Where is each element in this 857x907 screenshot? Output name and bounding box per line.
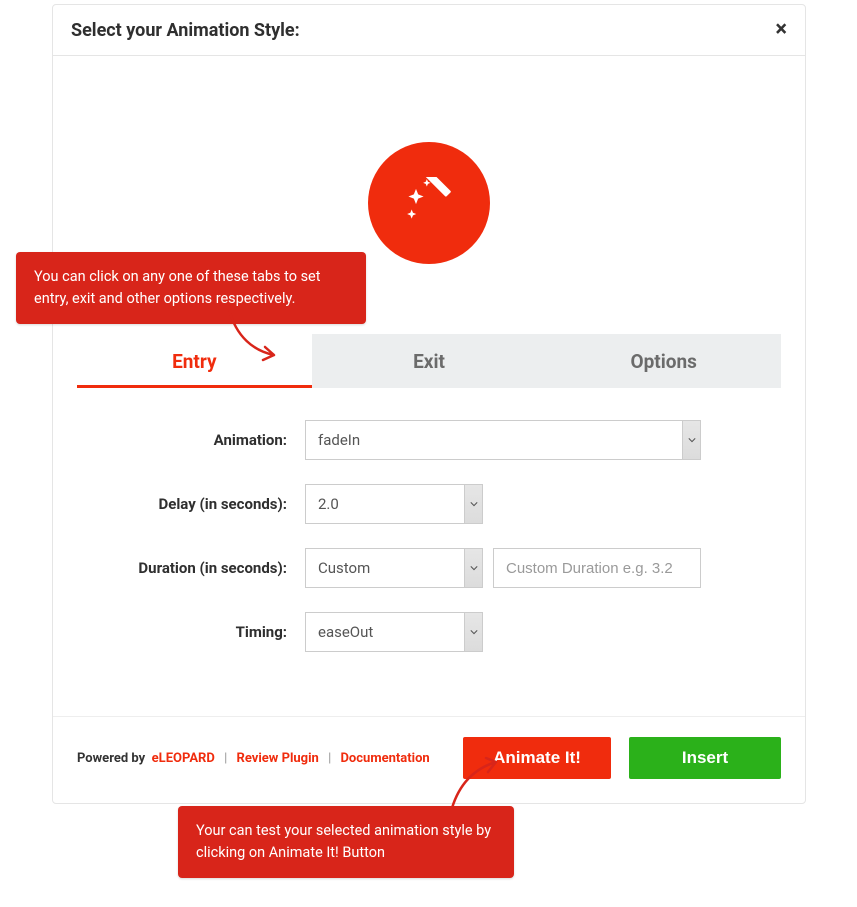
delay-value: 2.0 bbox=[306, 485, 464, 523]
chevron-down-icon bbox=[464, 613, 482, 651]
delay-label: Delay (in seconds): bbox=[77, 495, 305, 513]
timing-label: Timing: bbox=[77, 623, 305, 641]
magic-wand-icon bbox=[368, 142, 490, 264]
modal-body: Entry Exit Options Animation: fadeIn bbox=[53, 56, 805, 716]
chevron-down-icon bbox=[464, 485, 482, 523]
tab-options[interactable]: Options bbox=[546, 334, 781, 388]
animate-hint-text: Your can test your selected animation st… bbox=[196, 822, 491, 861]
row-duration: Duration (in seconds): Custom bbox=[77, 548, 781, 588]
review-plugin-link[interactable]: Review Plugin bbox=[236, 751, 318, 766]
separator: | bbox=[224, 751, 227, 766]
row-animation: Animation: fadeIn bbox=[77, 420, 781, 460]
delay-select[interactable]: 2.0 bbox=[305, 484, 483, 524]
animate-it-button[interactable]: Animate It! bbox=[463, 737, 611, 779]
modal-header: Select your Animation Style: × bbox=[53, 5, 805, 56]
close-icon[interactable]: × bbox=[775, 19, 787, 41]
footer-links: Powered by eLEOPARD | Review Plugin | Do… bbox=[77, 751, 430, 766]
timing-value: easeOut bbox=[306, 613, 464, 651]
timing-select[interactable]: easeOut bbox=[305, 612, 483, 652]
custom-duration-input[interactable] bbox=[493, 548, 701, 588]
animation-style-modal: Select your Animation Style: × Entry Exi… bbox=[52, 4, 806, 804]
duration-label: Duration (in seconds): bbox=[77, 559, 305, 577]
tabs-hint-text: You can click on any one of these tabs t… bbox=[34, 268, 321, 307]
duration-value: Custom bbox=[306, 549, 464, 587]
insert-button[interactable]: Insert bbox=[629, 737, 781, 779]
animation-select[interactable]: fadeIn bbox=[305, 420, 701, 460]
chevron-down-icon bbox=[682, 421, 700, 459]
documentation-link[interactable]: Documentation bbox=[340, 751, 429, 766]
chevron-down-icon bbox=[464, 549, 482, 587]
tab-exit[interactable]: Exit bbox=[312, 334, 547, 388]
separator: | bbox=[328, 751, 331, 766]
tab-options-label: Options bbox=[630, 350, 696, 373]
tabs-hint-callout: You can click on any one of these tabs t… bbox=[16, 252, 366, 324]
footer-buttons: Animate It! Insert bbox=[463, 737, 781, 779]
eleopard-link[interactable]: eLEOPARD bbox=[152, 751, 215, 766]
animate-hint-callout: Your can test your selected animation st… bbox=[178, 806, 514, 878]
form-area: Animation: fadeIn Delay (in seconds): 2.… bbox=[77, 388, 781, 716]
tabs-row: Entry Exit Options bbox=[77, 334, 781, 388]
animation-label: Animation: bbox=[77, 431, 305, 449]
tab-exit-label: Exit bbox=[413, 350, 445, 373]
row-timing: Timing: easeOut bbox=[77, 612, 781, 652]
tab-entry[interactable]: Entry bbox=[77, 334, 312, 388]
powered-by-label: Powered by bbox=[77, 751, 145, 766]
row-delay: Delay (in seconds): 2.0 bbox=[77, 484, 781, 524]
animation-value: fadeIn bbox=[306, 421, 682, 459]
duration-select[interactable]: Custom bbox=[305, 548, 483, 588]
modal-footer: Powered by eLEOPARD | Review Plugin | Do… bbox=[53, 716, 805, 803]
tab-entry-label: Entry bbox=[172, 350, 216, 373]
modal-title: Select your Animation Style: bbox=[71, 20, 300, 41]
